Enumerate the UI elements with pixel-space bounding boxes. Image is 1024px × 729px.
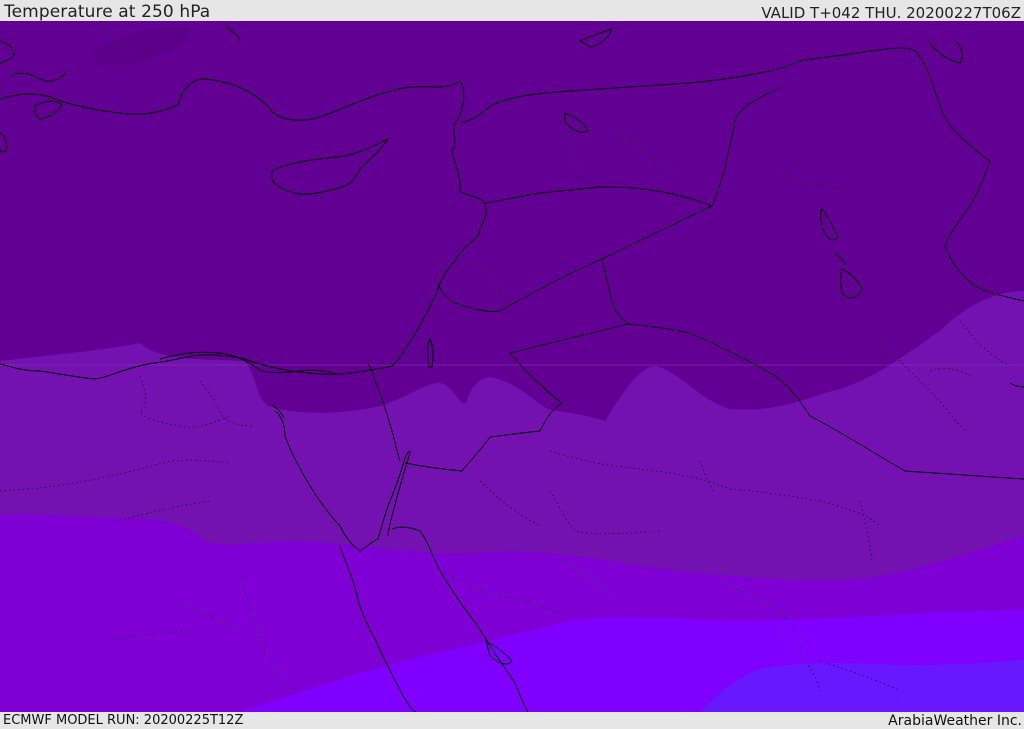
temperature-map (0, 21, 1024, 712)
footer-bar: ECMWF MODEL RUN: 20200225T12Z ArabiaWeat… (0, 712, 1024, 729)
valid-time: VALID T+042 THU. 20200227T06Z (761, 4, 1021, 22)
credit-label: ArabiaWeather Inc. (888, 713, 1022, 729)
header-bar: Temperature at 250 hPa VALID T+042 THU. … (0, 0, 1024, 21)
map-title: Temperature at 250 hPa (4, 2, 211, 22)
model-run-label: ECMWF MODEL RUN: 20200225T12Z (3, 713, 244, 728)
